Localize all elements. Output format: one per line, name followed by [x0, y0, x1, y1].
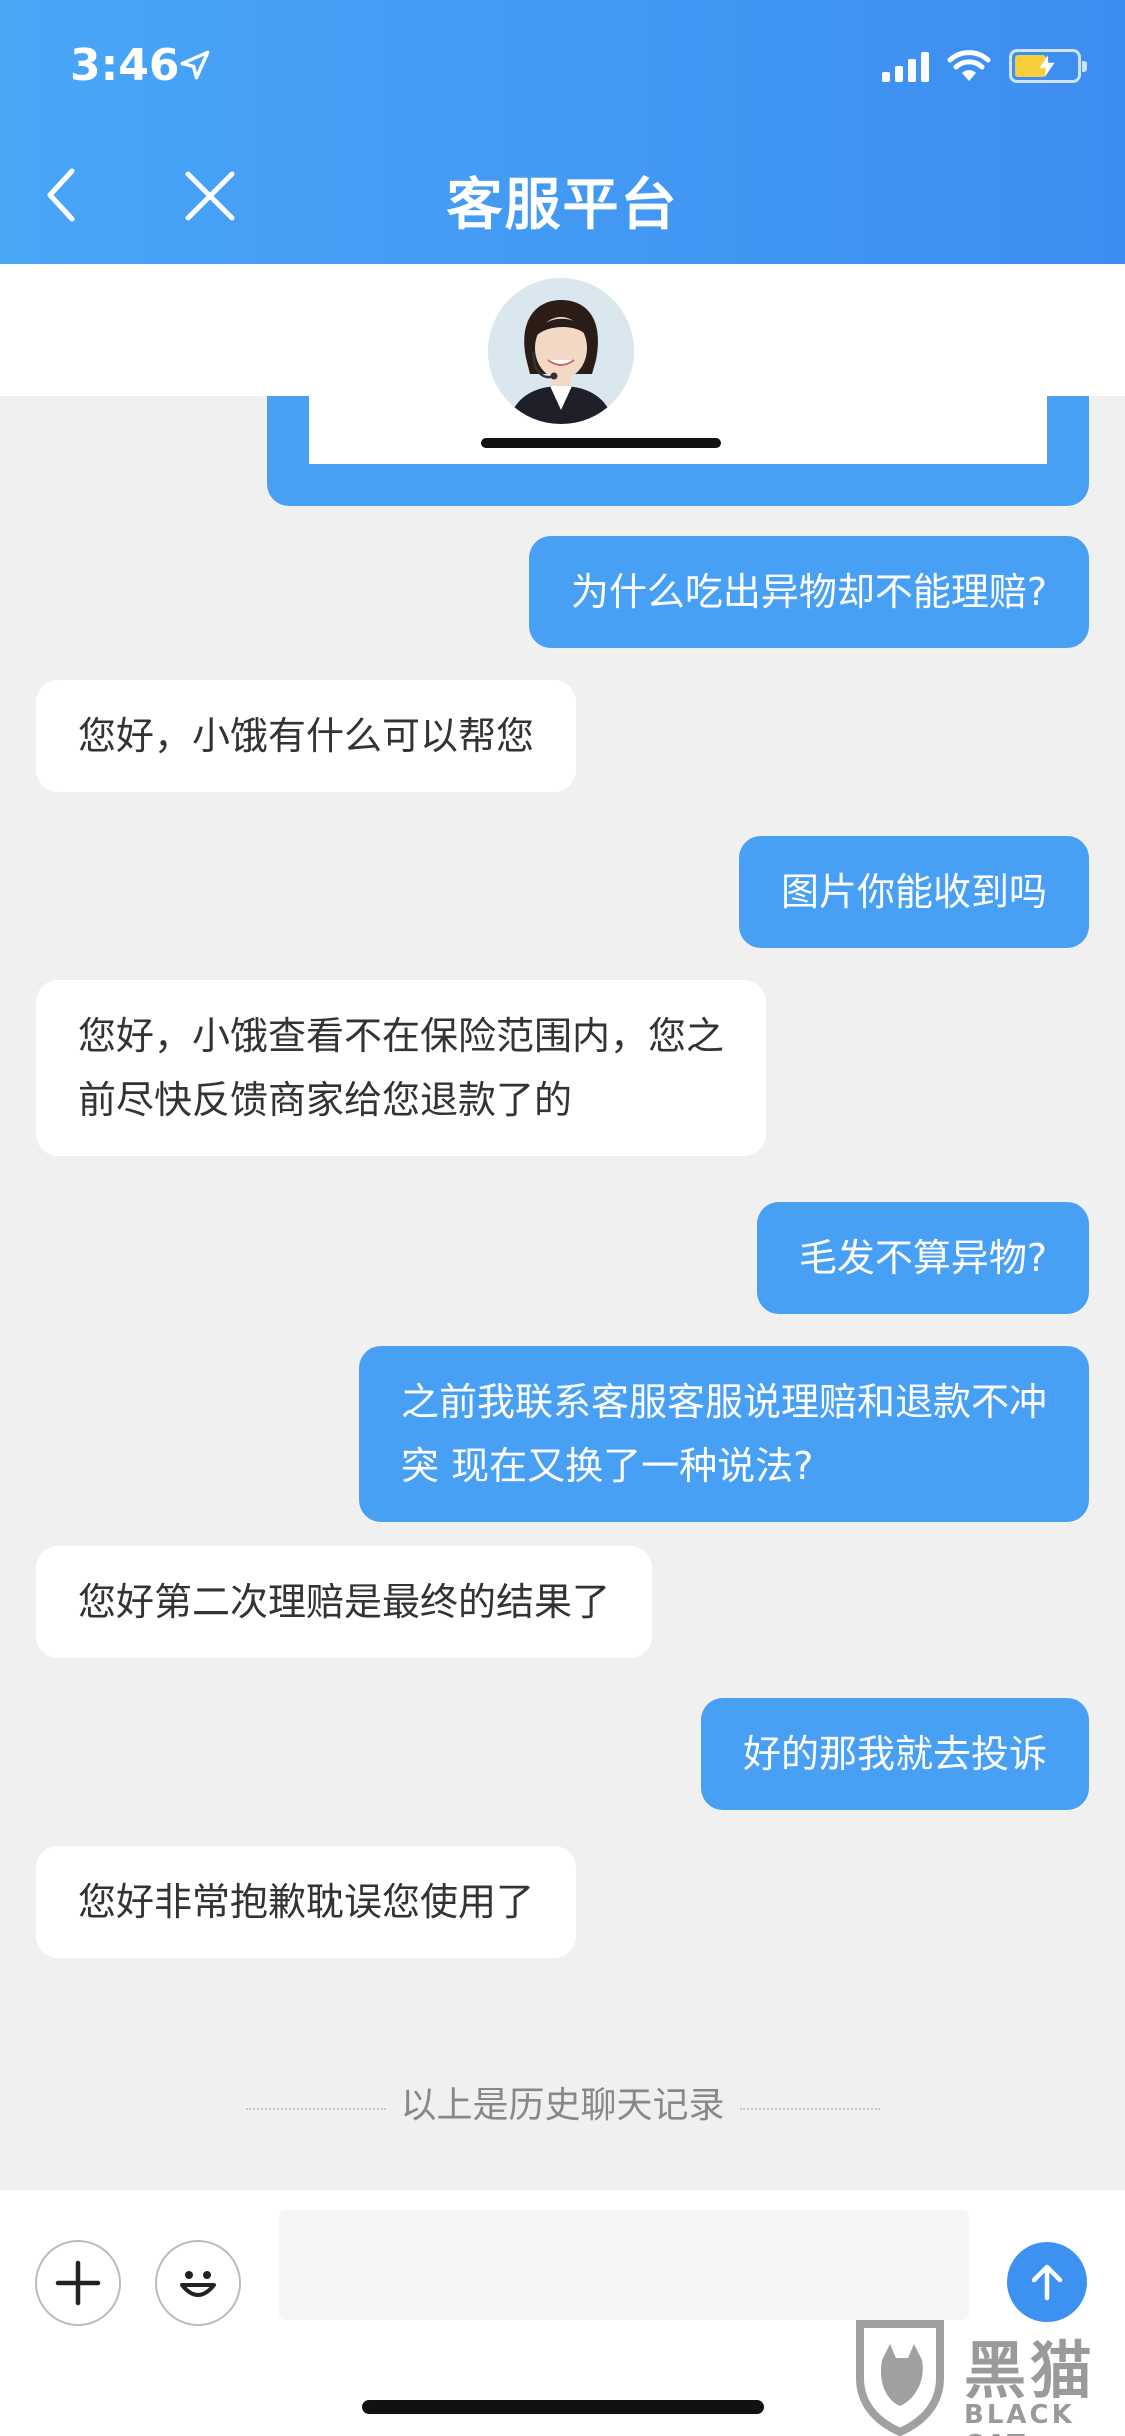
- plus-button[interactable]: [35, 2240, 121, 2326]
- send-button[interactable]: [1007, 2242, 1087, 2322]
- watermark-subtitle: BLACK CAT: [964, 2400, 1075, 2436]
- user-message: 图片你能收到吗: [738, 836, 1089, 948]
- cellular-signal-icon: [882, 50, 929, 82]
- message-input[interactable]: [279, 2210, 969, 2320]
- status-icons: [882, 46, 1087, 86]
- user-message: 毛发不算异物?: [756, 1202, 1089, 1314]
- previous-message-card: [267, 396, 1089, 506]
- plus-icon: [55, 2260, 101, 2306]
- arrow-up-icon: [1031, 2264, 1063, 2301]
- user-message: 好的那我就去投诉: [700, 1698, 1089, 1810]
- wifi-icon: [947, 50, 991, 81]
- history-divider: 以上是历史聊天记录: [0, 2076, 1125, 2128]
- app-header: 3:46 客服平台: [0, 0, 1125, 264]
- history-divider-text: 以上是历史聊天记录: [400, 2085, 725, 2126]
- user-message: 为什么吃出异物却不能理赔?: [528, 536, 1089, 648]
- location-arrow-icon: [180, 50, 210, 80]
- agent-avatar: [488, 278, 634, 424]
- chat-area[interactable]: 为什么吃出异物却不能理赔? 您好，小饿有什么可以帮您 图片你能收到吗 您好，小饿…: [0, 396, 1125, 2190]
- status-time: 3:46: [70, 40, 180, 91]
- user-message: 之前我联系客服客服说理赔和退款不冲 突 现在又换了一种说法?: [358, 1346, 1089, 1522]
- emoji-icon: [180, 2271, 216, 2297]
- agent-message: 您好第二次理赔是最终的结果了: [36, 1546, 653, 1658]
- agent-message: 您好，小饿查看不在保险范围内，您之 前尽快反馈商家给您退款了的: [36, 980, 767, 1156]
- battery-charging-icon: [1009, 49, 1087, 83]
- watermark: 黑猫 BLACK CAT: [852, 2316, 1125, 2436]
- watermark-title: 黑猫: [964, 2334, 1097, 2407]
- black-cat-logo-icon: [856, 2320, 944, 2436]
- emoji-button[interactable]: [155, 2240, 241, 2326]
- agent-message: 您好，小饿有什么可以帮您: [36, 680, 577, 792]
- home-indicator: [362, 2400, 764, 2414]
- page-title: 客服平台: [446, 173, 679, 238]
- agent-message: 您好非常抱歉耽误您使用了: [36, 1846, 577, 1958]
